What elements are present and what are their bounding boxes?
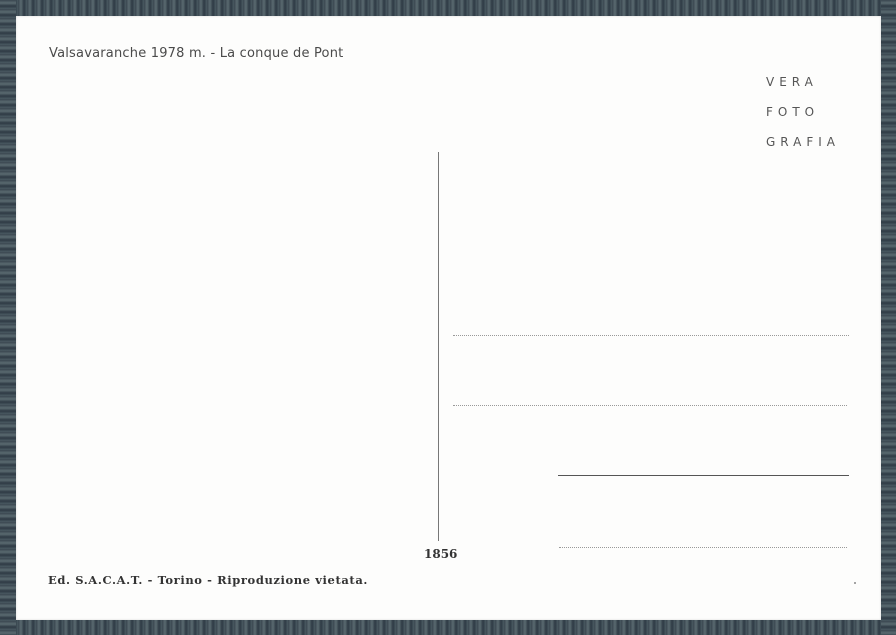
address-line-4 [559, 547, 847, 548]
address-line-3 [558, 475, 849, 476]
paper-speck [854, 582, 856, 584]
brand-line-1: VERA [766, 75, 818, 89]
address-line-2 [453, 405, 847, 406]
address-line-1 [453, 335, 849, 336]
photo-brand-mark: VERA FOTO GRAFIA [766, 67, 856, 157]
scan-frame-right [881, 0, 896, 635]
scan-frame-left [0, 0, 16, 635]
brand-line-2: FOTO [766, 105, 820, 119]
postcard-caption: Valsavaranche 1978 m. - La conque de Pon… [49, 46, 344, 61]
center-divider-line [438, 152, 439, 541]
brand-line-3: GRAFIA [766, 135, 841, 149]
postcard-back: Valsavaranche 1978 m. - La conque de Pon… [16, 16, 881, 620]
publisher-imprint: Ed. S.A.C.A.T. - Torino - Riproduzione v… [48, 573, 368, 587]
scan-frame-top [0, 0, 896, 16]
serial-number: 1856 [424, 547, 458, 561]
scan-frame-bottom [0, 620, 896, 635]
